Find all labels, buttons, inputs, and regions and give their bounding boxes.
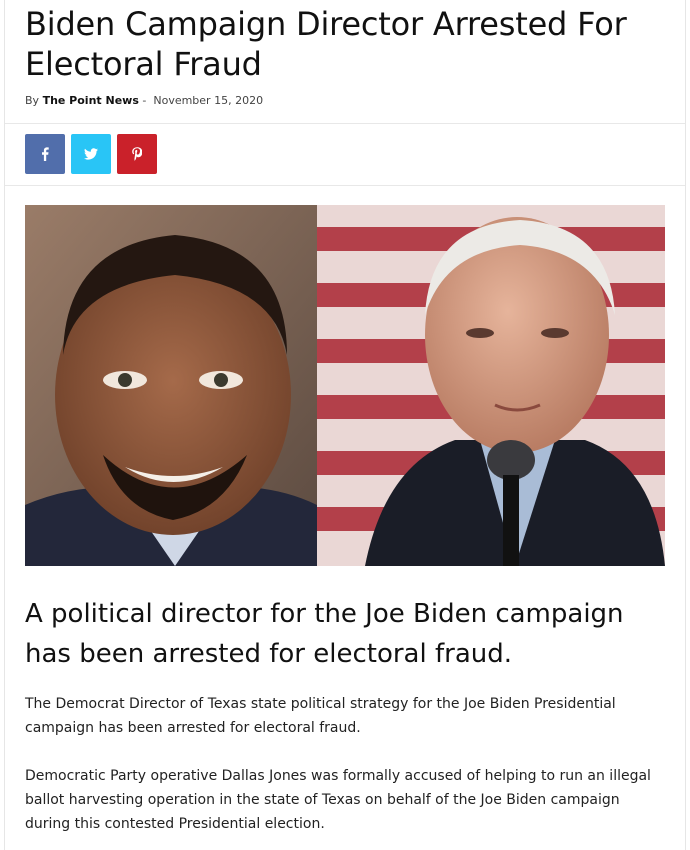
article-lede: A political director for the Joe Biden c… — [25, 599, 624, 669]
twitter-icon — [84, 148, 98, 160]
pinterest-icon — [132, 147, 142, 161]
meta-separator: - — [142, 94, 147, 107]
divider — [5, 123, 685, 124]
article-page: Biden Campaign Director Arrested For Ele… — [4, 0, 686, 850]
twitter-share-button[interactable] — [71, 134, 111, 174]
pinterest-share-button[interactable] — [117, 134, 157, 174]
article-photo-collage — [25, 205, 665, 566]
publish-date: November 15, 2020 — [153, 94, 264, 107]
article-paragraph: Democratic Party operative Dallas Jones … — [25, 768, 651, 832]
author-link[interactable]: The Point News — [43, 94, 139, 107]
facebook-share-button[interactable] — [25, 134, 65, 174]
article-meta: By The Point News - November 15, 2020 — [25, 94, 263, 107]
facebook-icon — [42, 147, 49, 161]
byline-prefix: By — [25, 94, 40, 107]
divider — [5, 185, 685, 186]
article-photo — [25, 205, 665, 566]
article-title: Biden Campaign Director Arrested For Ele… — [25, 5, 627, 83]
article-paragraph: The Democrat Director of Texas state pol… — [25, 696, 616, 736]
